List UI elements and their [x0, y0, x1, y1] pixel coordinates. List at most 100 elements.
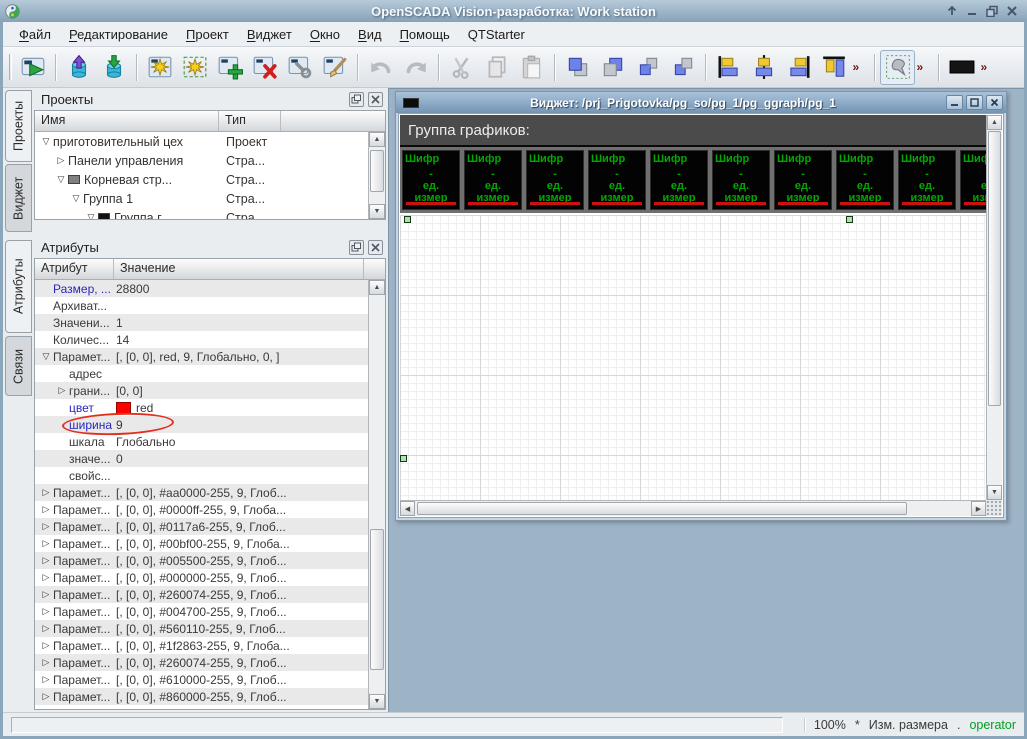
attributes-column-attribute[interactable]: Атрибут — [35, 259, 114, 279]
figure-overflow-button[interactable]: » — [915, 50, 933, 85]
menu-item-Помощь[interactable]: Помощь — [391, 24, 459, 45]
attribute-row[interactable]: ▷ Парамет... [, [0, 0], #610000-255, 9, Гл… — [35, 671, 368, 688]
attribute-value-cell[interactable]: 14 — [113, 333, 368, 347]
attribute-row[interactable]: Значени... 1 — [35, 314, 368, 331]
attributes-close-button[interactable] — [368, 239, 383, 255]
attribute-row[interactable]: ▷ Парамет... [, [0, 0], #260074-255, 9, Гл… — [35, 586, 368, 603]
attribute-value-cell[interactable]: [, [0, 0], #260074-255, 9, Глоб... — [113, 588, 368, 602]
attribute-value-cell[interactable]: [, [0, 0], #aa0000-255, 9, Глоб... — [113, 486, 368, 500]
attribute-value-cell[interactable]: 1 — [113, 316, 368, 330]
attribute-row[interactable]: свойс... — [35, 467, 368, 484]
shade-button[interactable] — [945, 5, 958, 18]
expander-open-icon[interactable]: ▽ — [69, 193, 83, 204]
subwindow-horizontal-scrollbar[interactable]: ◀ ▶ — [400, 500, 986, 516]
align-h-center-button[interactable] — [746, 50, 781, 85]
attribute-value-cell[interactable]: 9 — [113, 418, 368, 432]
figure-tool-button[interactable] — [880, 49, 915, 85]
widget-edit-button[interactable] — [317, 50, 352, 85]
toolbar-drag-handle[interactable] — [9, 54, 12, 80]
send-backward-button[interactable] — [665, 50, 700, 85]
attribute-value-cell[interactable]: [, [0, 0], #0000ff-255, 9, Глоба... — [113, 503, 368, 517]
page-viewport[interactable]: Группа графиков: Шифр - ед. измер Шифр - ед. из… — [400, 115, 986, 500]
scrollbar-thumb[interactable] — [370, 150, 384, 192]
expander-closed-icon[interactable]: ▷ — [39, 521, 53, 532]
menu-item-Окно[interactable]: Окно — [301, 24, 349, 45]
expander-closed-icon[interactable]: ▷ — [39, 555, 53, 566]
subwindow-close-button[interactable] — [986, 95, 1003, 110]
attribute-value-cell[interactable]: [, [0, 0], #005500-255, 9, Глоб... — [113, 554, 368, 568]
attribute-value-cell[interactable]: [, [0, 0], #860000-255, 9, Глоб... — [113, 690, 368, 704]
save-to-db-button[interactable] — [96, 50, 131, 85]
scroll-down-icon[interactable]: ▼ — [369, 204, 385, 219]
attribute-value-cell[interactable]: [0, 0] — [113, 384, 368, 398]
subwindow-vertical-scrollbar[interactable]: ▲ ▼ — [986, 115, 1002, 500]
expander-closed-icon[interactable]: ▷ — [39, 640, 53, 651]
scroll-right-icon[interactable]: ▶ — [971, 501, 986, 516]
run-widget-button[interactable] — [15, 50, 50, 85]
attribute-row[interactable]: ▷ Парамет... [, [0, 0], #560110-255, 9, Гл… — [35, 620, 368, 637]
graph-cell[interactable]: Шифр -ед.измер — [588, 150, 646, 210]
selection-handle[interactable] — [404, 216, 411, 223]
expander-closed-icon[interactable]: ▷ — [39, 589, 53, 600]
expander-closed-icon[interactable]: ▷ — [39, 657, 53, 668]
attribute-row[interactable]: ▷ Парамет... [, [0, 0], #0117a6-255, 9, Гл… — [35, 518, 368, 535]
attribute-row[interactable]: ▷ Парамет... [, [0, 0], #aa0000-255, 9, Гл… — [35, 484, 368, 501]
expander-closed-icon[interactable]: ▷ — [54, 155, 68, 166]
expander-open-icon[interactable]: ▽ — [54, 174, 68, 185]
expander-closed-icon[interactable]: ▷ — [39, 691, 53, 702]
projects-close-button[interactable] — [368, 91, 383, 107]
menu-item-QTStarter[interactable]: QTStarter — [459, 24, 534, 45]
project-tree-row[interactable]: ▽ Группа 1 Стра... — [35, 189, 368, 208]
project-tree-row[interactable]: ▽ приготовительный цех Проект — [35, 132, 368, 151]
attribute-row[interactable]: ▽ Парамет... [, [0, 0], red, 9, Глобально,… — [35, 348, 368, 365]
attribute-row[interactable]: Архиват... — [35, 297, 368, 314]
graph-cell[interactable]: Шифр -ед.измер — [650, 150, 708, 210]
attributes-float-button[interactable] — [349, 239, 364, 255]
attributes-scrollbar[interactable]: ▲ ▼ — [368, 280, 385, 709]
attribute-row[interactable]: ▷ Парамет... [, [0, 0], #004700-255, 9, Гл… — [35, 603, 368, 620]
side-tab-Виджет[interactable]: Виджет — [5, 164, 32, 232]
expander-closed-icon[interactable]: ▷ — [39, 623, 53, 634]
expander-closed-icon[interactable]: ▷ — [39, 606, 53, 617]
subwindow-minimize-button[interactable] — [946, 95, 963, 110]
expander-closed-icon[interactable]: ▷ — [39, 504, 53, 515]
attribute-row[interactable]: ▷ Парамет... [, [0, 0], #260074-255, 9, Гл… — [35, 654, 368, 671]
new-page-button[interactable] — [142, 50, 177, 85]
graph-group-header[interactable]: Группа графиков: — [400, 115, 986, 147]
widget-subwindow-titlebar[interactable]: Виджет: /prj_Prigotovka/pg_so/pg_1/pg_gg… — [396, 92, 1006, 113]
attribute-row[interactable]: адрес — [35, 365, 368, 382]
graph-cell[interactable]: Шифр -ед.измер — [526, 150, 584, 210]
expander-closed-icon[interactable]: ▷ — [39, 674, 53, 685]
attribute-row[interactable]: ▷ Парамет... [, [0, 0], #1f2863-255, 9, Гл… — [35, 637, 368, 654]
projects-float-button[interactable] — [349, 91, 364, 107]
projects-column-name[interactable]: Имя — [35, 111, 219, 131]
attribute-value-cell[interactable]: Глобально — [113, 435, 368, 449]
align-right-button[interactable] — [781, 50, 816, 85]
project-tree-row[interactable]: ▽ Корневая стр... Стра... — [35, 170, 368, 189]
side-tab-Связи[interactable]: Связи — [5, 336, 32, 396]
expander-open-icon[interactable]: ▽ — [39, 351, 53, 362]
delete-widget-button[interactable] — [247, 50, 282, 85]
expander-open-icon[interactable]: ▽ — [84, 212, 98, 219]
edit-canvas-grid[interactable] — [400, 215, 986, 500]
attribute-row[interactable]: ▷ Парамет... [, [0, 0], #860000-255, 9, Гл… — [35, 688, 368, 705]
fill-color-button[interactable] — [944, 50, 979, 85]
attribute-value-cell[interactable]: [, [0, 0], #610000-255, 9, Глоб... — [113, 673, 368, 687]
selection-handle[interactable] — [846, 216, 853, 223]
graph-cell[interactable]: Шифр -ед.измер — [464, 150, 522, 210]
attribute-value-cell[interactable]: [, [0, 0], #0117a6-255, 9, Глоб... — [113, 520, 368, 534]
expander-closed-icon[interactable]: ▷ — [39, 538, 53, 549]
attribute-value-cell[interactable]: [, [0, 0], #000000-255, 9, Глоб... — [113, 571, 368, 585]
graph-cell[interactable]: Шифр -ед.измер — [836, 150, 894, 210]
scroll-up-icon[interactable]: ▲ — [369, 280, 385, 295]
attributes-column-value[interactable]: Значение — [114, 259, 364, 279]
attribute-row[interactable]: значе... 0 — [35, 450, 368, 467]
selection-handle[interactable] — [400, 455, 407, 462]
project-tree-row[interactable]: ▷ Панели управления Стра... — [35, 151, 368, 170]
expander-closed-icon[interactable]: ▷ — [39, 572, 53, 583]
attribute-value-cell[interactable]: [, [0, 0], #1f2863-255, 9, Глоба... — [113, 639, 368, 653]
projects-column-type[interactable]: Тип — [219, 111, 281, 131]
attribute-row[interactable]: шкала Глобально — [35, 433, 368, 450]
minimize-button[interactable] — [965, 5, 978, 18]
new-widget-button[interactable] — [177, 50, 212, 85]
